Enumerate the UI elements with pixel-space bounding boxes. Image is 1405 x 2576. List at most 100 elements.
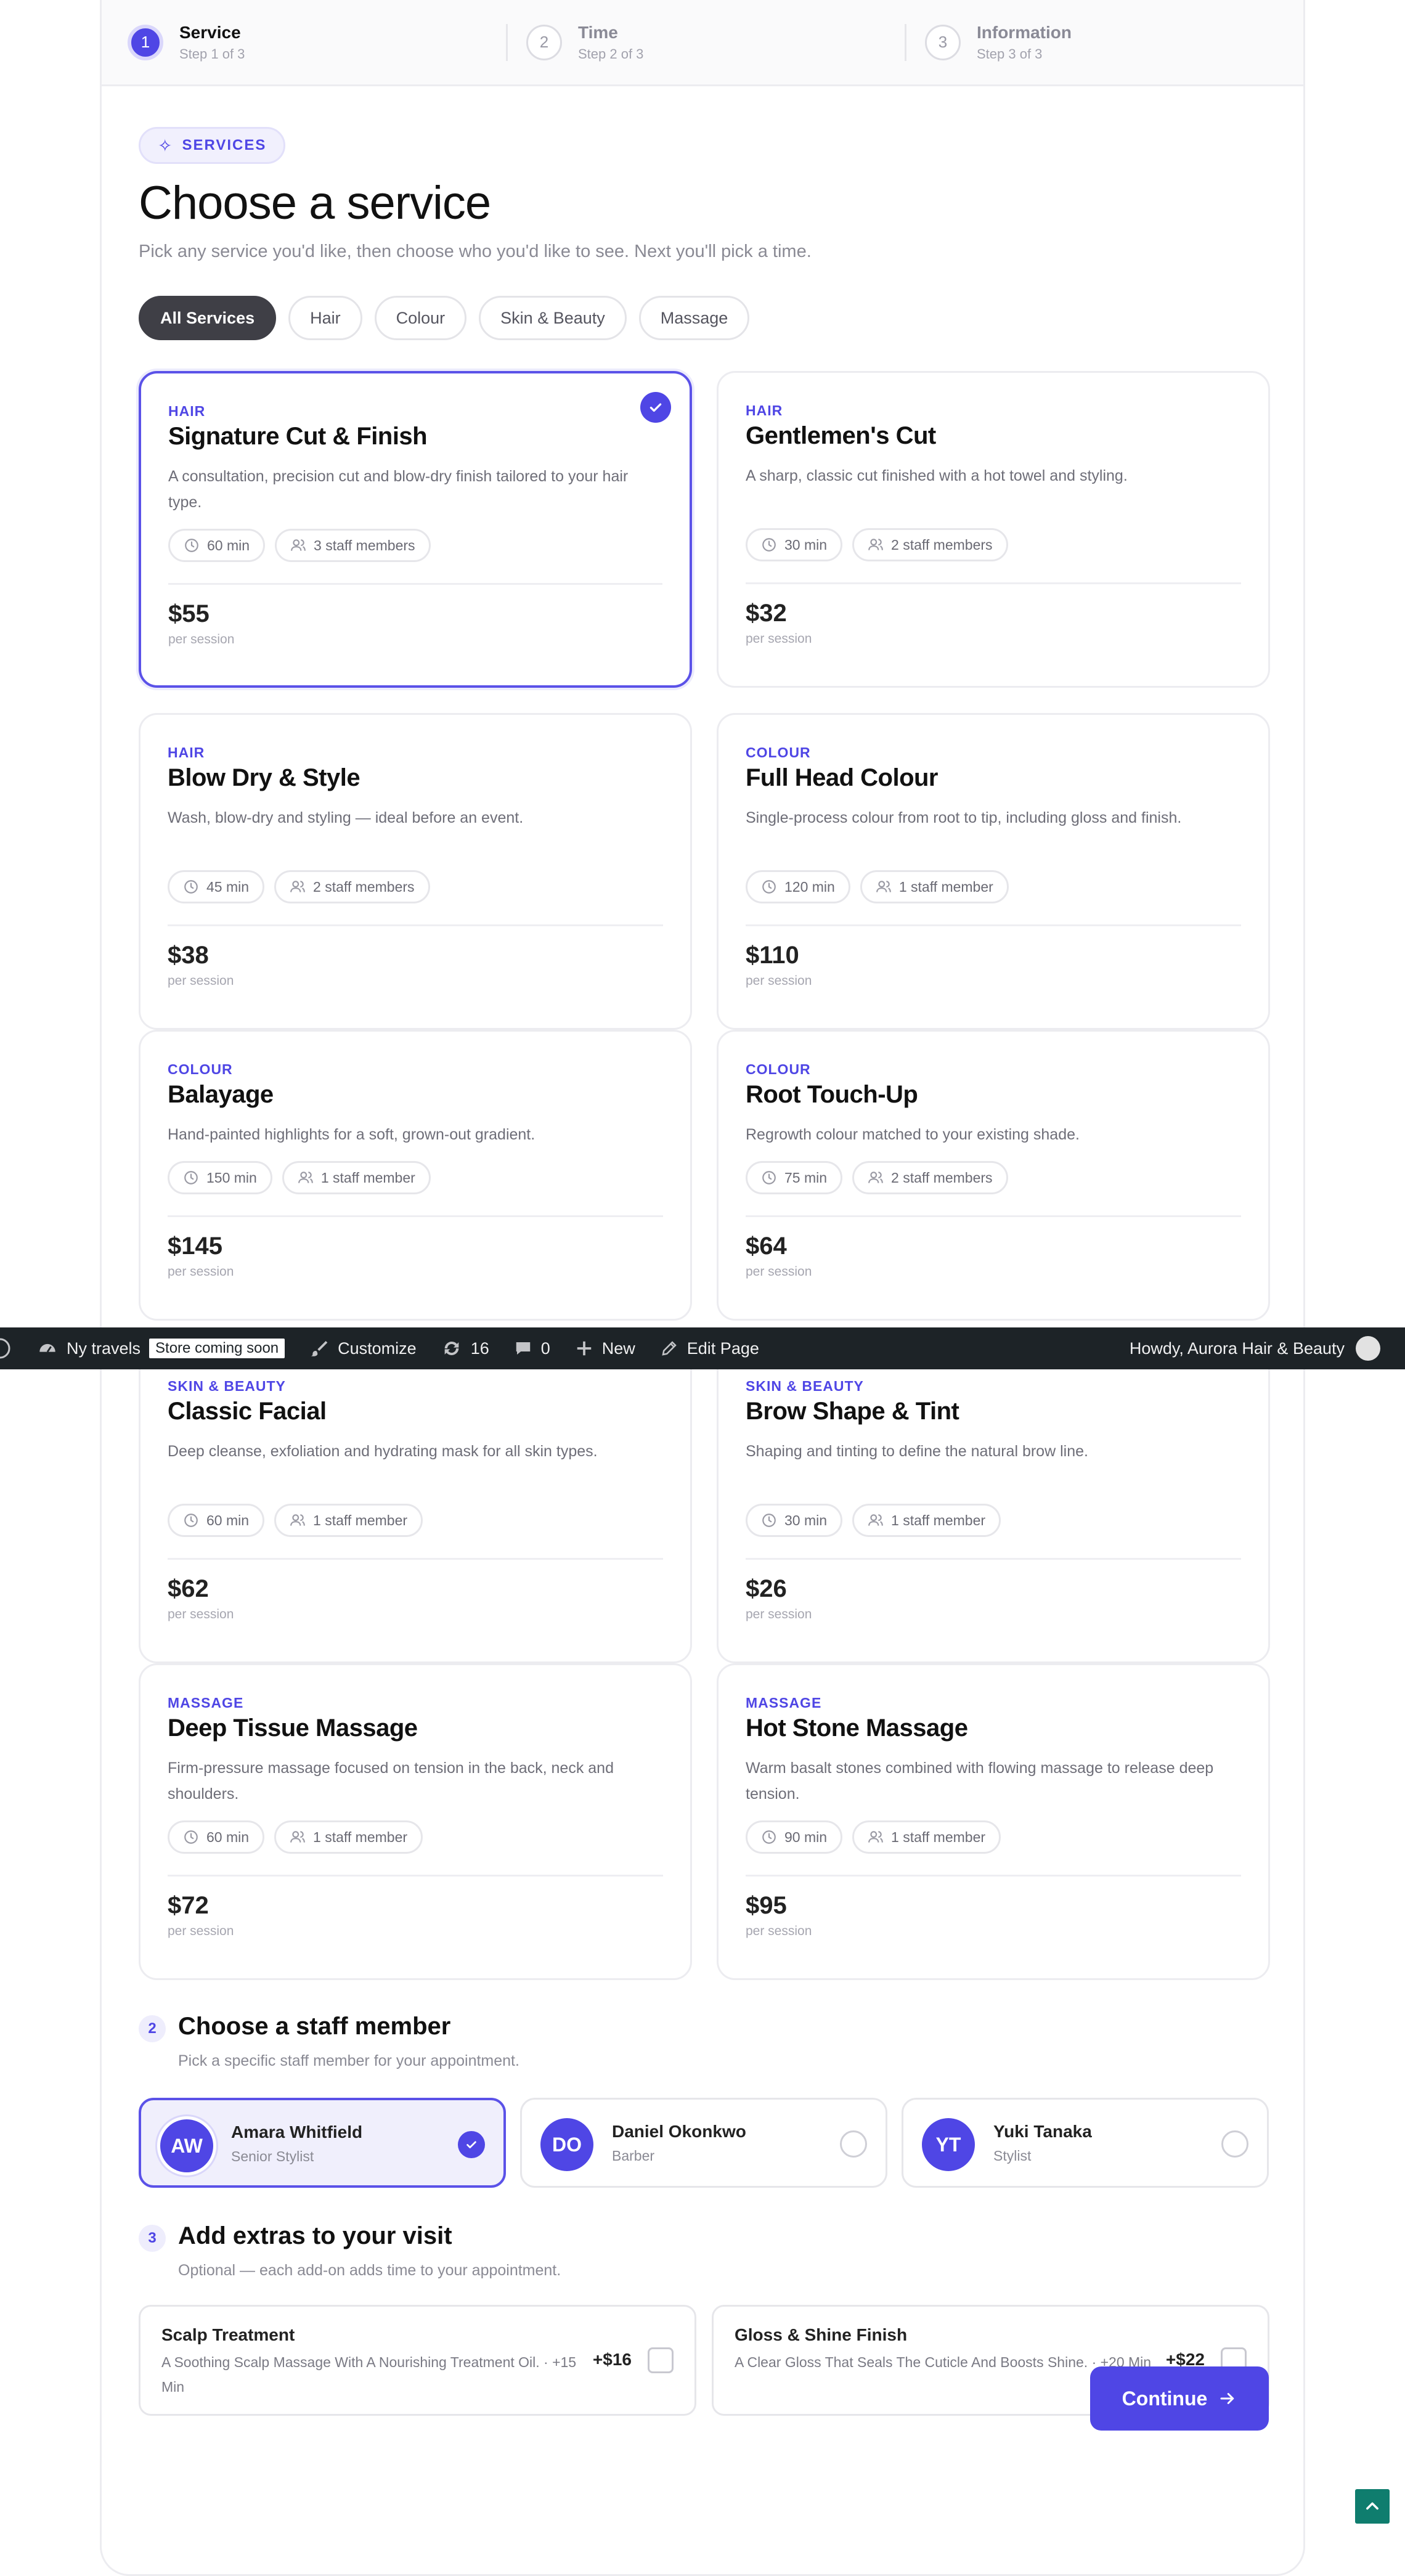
filter-massage[interactable]: Massage: [638, 296, 750, 340]
continue-label: Continue: [1122, 2387, 1208, 2410]
staff-count-label: 1 staff member: [891, 1512, 986, 1528]
user-avatar: [1356, 1336, 1380, 1361]
service-meta: 60 min 1 staff member: [168, 1820, 423, 1854]
comments-count: 0: [540, 1339, 550, 1358]
service-card[interactable]: COLOUR Full Head Colour Single-process col…: [717, 713, 1270, 1030]
duration-pill: 120 min: [746, 870, 850, 903]
extra-scalp-treatment[interactable]: Scalp Treatment A Soothing Scalp Massage…: [139, 2305, 696, 2416]
staff-name: Yuki Tanaka: [993, 2122, 1092, 2141]
service-card[interactable]: MASSAGE Hot Stone Massage Warm basalt ston…: [717, 1663, 1270, 1980]
staff-name: Daniel Okonkwo: [612, 2122, 746, 2141]
customize-label: Customize: [338, 1339, 417, 1358]
service-category: HAIR: [168, 403, 206, 419]
staff-count-label: 3 staff members: [314, 537, 415, 553]
edit-page-link[interactable]: Edit Page: [660, 1339, 759, 1358]
filter-all-services[interactable]: All Services: [139, 296, 277, 340]
sparkle-icon: ✧: [158, 136, 174, 155]
service-card[interactable]: COLOUR Balayage Hand-painted highlights fo…: [139, 1030, 692, 1321]
services-badge: ✧ SERVICES: [139, 127, 286, 164]
customize-link[interactable]: Customize: [309, 1339, 417, 1358]
continue-button[interactable]: Continue: [1090, 2366, 1269, 2431]
extra-description: A Clear Gloss That Seals The Cuticle And…: [735, 2354, 1152, 2370]
duration-label: 30 min: [784, 1512, 828, 1528]
service-card[interactable]: SKIN & BEAUTY Classic Facial Deep cleanse,…: [139, 1347, 692, 1663]
service-meta: 45 min 2 staff members: [168, 870, 430, 903]
step-title: Service: [179, 22, 241, 42]
step-information[interactable]: 3 Information Step 3 of 3: [905, 22, 1303, 62]
service-card[interactable]: HAIR Blow Dry & Style Wash, blow-dry and s…: [139, 713, 692, 1030]
step-title: Information: [977, 22, 1072, 42]
step-number: 2: [526, 24, 562, 60]
scroll-to-top-button[interactable]: [1353, 2487, 1391, 2525]
staff-radio[interactable]: [840, 2130, 867, 2158]
card-divider: [746, 582, 1241, 584]
service-description: Warm basalt stones combined with flowing…: [746, 1759, 1214, 1803]
service-category: COLOUR: [168, 1061, 233, 1077]
staff-count-pill: 2 staff members: [274, 870, 430, 903]
duration-label: 30 min: [784, 536, 828, 553]
users-icon: [290, 1512, 313, 1528]
extras-section-title: Add extras to your visit: [178, 2222, 452, 2249]
service-name: Signature Cut & Finish: [168, 423, 428, 450]
filter-skin-beauty[interactable]: Skin & Beauty: [479, 296, 627, 340]
clock-icon: [761, 1170, 784, 1186]
duration-pill: 45 min: [168, 870, 265, 903]
price-suffix: per session: [746, 1924, 812, 1938]
staff-count-label: 1 staff member: [313, 1512, 408, 1528]
new-content-link[interactable]: New: [575, 1339, 635, 1358]
staff-radio[interactable]: [1221, 2130, 1248, 2158]
price-suffix: per session: [168, 1265, 234, 1279]
filter-colour[interactable]: Colour: [374, 296, 467, 340]
updates-link[interactable]: 16: [441, 1338, 489, 1359]
step-service[interactable]: 1 Service Step 1 of 3: [128, 0, 506, 84]
site-name-link[interactable]: Ny travels Store coming soon: [37, 1338, 285, 1359]
booking-stepper: 1 Service Step 1 of 3 2 Time Step 2 of 3…: [102, 0, 1303, 86]
step-time[interactable]: 2 Time Step 2 of 3: [506, 23, 905, 62]
service-name: Full Head Colour: [746, 764, 939, 791]
edit-page-label: Edit Page: [686, 1339, 759, 1358]
clock-icon: [183, 1829, 206, 1845]
service-name: Deep Tissue Massage: [168, 1714, 418, 1742]
service-card[interactable]: MASSAGE Deep Tissue Massage Firm-pressure …: [139, 1663, 692, 1980]
dashboard-icon: [39, 1343, 55, 1353]
plus-icon: [577, 1341, 592, 1356]
staff-count-pill: 2 staff members: [852, 528, 1008, 561]
staff-card-daniel-okonkwo[interactable]: DO Daniel Okonkwo Barber: [520, 2098, 887, 2188]
avatar: DO: [540, 2118, 593, 2171]
extra-checkbox[interactable]: [648, 2347, 674, 2373]
service-card[interactable]: HAIR Signature Cut & Finish A consultation…: [139, 371, 692, 688]
service-card[interactable]: HAIR Gentlemen's Cut A sharp, classic cut …: [717, 371, 1270, 688]
check-icon[interactable]: [458, 2131, 485, 2158]
filter-hair[interactable]: Hair: [288, 296, 362, 340]
service-card[interactable]: SKIN & BEAUTY Brow Shape & Tint Shaping an…: [717, 1347, 1270, 1663]
duration-pill: 75 min: [746, 1161, 843, 1194]
extra-price: +$16: [592, 2350, 632, 2369]
account-menu[interactable]: Howdy, Aurora Hair & Beauty: [1130, 1327, 1380, 1369]
service-category: MASSAGE: [168, 1695, 244, 1711]
clock-icon: [183, 1512, 206, 1528]
card-divider: [746, 1215, 1241, 1217]
price-suffix: per session: [168, 974, 234, 988]
staff-card-yuki-tanaka[interactable]: YT Yuki Tanaka Stylist: [902, 2098, 1269, 2188]
staff-count-pill: 1 staff member: [852, 1504, 1001, 1537]
clock-icon: [761, 537, 784, 553]
comments-link[interactable]: 0: [514, 1339, 550, 1358]
staff-count-label: 2 staff members: [313, 878, 415, 895]
staff-count-pill: 1 staff member: [852, 1820, 1001, 1854]
service-name: Root Touch-Up: [746, 1081, 918, 1108]
clock-icon: [761, 1512, 784, 1528]
staff-card-amara-whitfield[interactable]: AW Amara Whitfield Senior Stylist: [139, 2098, 506, 2188]
refresh-icon: [444, 1342, 459, 1355]
service-card[interactable]: COLOUR Root Touch-Up Regrowth colour match…: [717, 1030, 1270, 1321]
service-price: $64: [746, 1233, 787, 1260]
price-suffix: per session: [168, 1924, 234, 1938]
users-icon: [876, 879, 899, 895]
step-number: 3: [925, 24, 961, 60]
wordpress-logo-icon[interactable]: [0, 1338, 21, 1359]
staff-name: Amara Whitfield: [231, 2122, 363, 2142]
clock-icon: [183, 879, 206, 895]
price-suffix: per session: [746, 1265, 812, 1279]
service-description: Deep cleanse, exfoliation and hydrating …: [168, 1443, 598, 1460]
staff-role: Barber: [612, 2148, 655, 2164]
service-meta: 30 min 2 staff members: [746, 528, 1008, 561]
